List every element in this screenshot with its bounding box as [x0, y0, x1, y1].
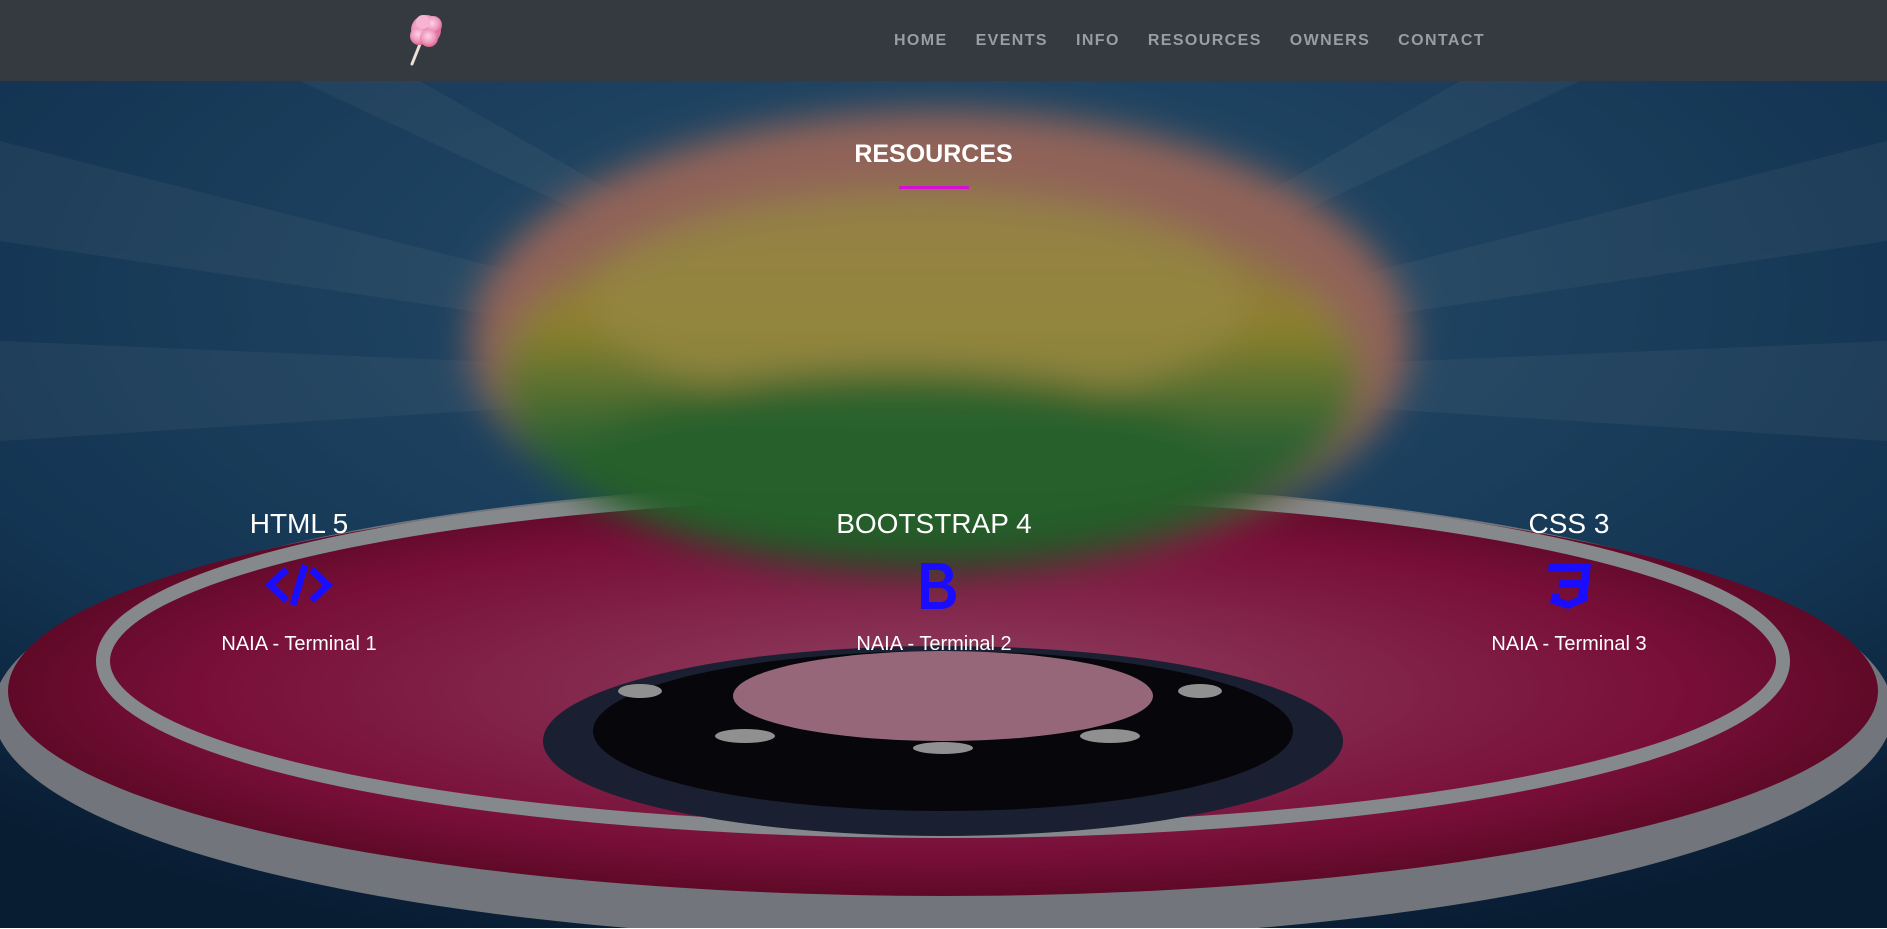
nav-owners[interactable]: OWNERS [1276, 32, 1384, 50]
card-title: BOOTSTRAP 4 [836, 508, 1032, 539]
nav-resources[interactable]: RESOURCES [1134, 32, 1276, 50]
navbar: HOME EVENTS INFO RESOURCES OWNERS CONTAC… [0, 0, 1887, 81]
bootstrap-icon [921, 563, 956, 609]
brand-logo[interactable] [402, 8, 452, 68]
cotton-candy-logo-icon [410, 15, 442, 66]
nav-contact[interactable]: CONTACT [1384, 32, 1485, 50]
card-title: CSS 3 [1528, 508, 1610, 539]
code-icon [264, 563, 334, 607]
card-text: NAIA - Terminal 1 [221, 633, 377, 655]
section-title: RESOURCES [854, 140, 1013, 168]
title-underline [899, 186, 969, 189]
main-nav: HOME EVENTS INFO RESOURCES OWNERS CONTAC… [880, 0, 1485, 81]
card-text: NAIA - Terminal 3 [1491, 633, 1647, 655]
nav-home[interactable]: HOME [880, 32, 962, 50]
nav-events[interactable]: EVENTS [962, 32, 1062, 50]
nav-info[interactable]: INFO [1062, 32, 1134, 50]
card-text: NAIA - Terminal 2 [856, 633, 1012, 655]
card-title: HTML 5 [249, 508, 349, 539]
css3-icon [1548, 563, 1591, 609]
resource-card-html5: HTML 5 NAIA - Terminal 1 [139, 505, 459, 656]
resource-card-css3: CSS 3 NAIA - Terminal 3 [1409, 505, 1729, 656]
resource-card-bootstrap4: BOOTSTRAP 4 NAIA - Terminal 2 [774, 505, 1094, 656]
